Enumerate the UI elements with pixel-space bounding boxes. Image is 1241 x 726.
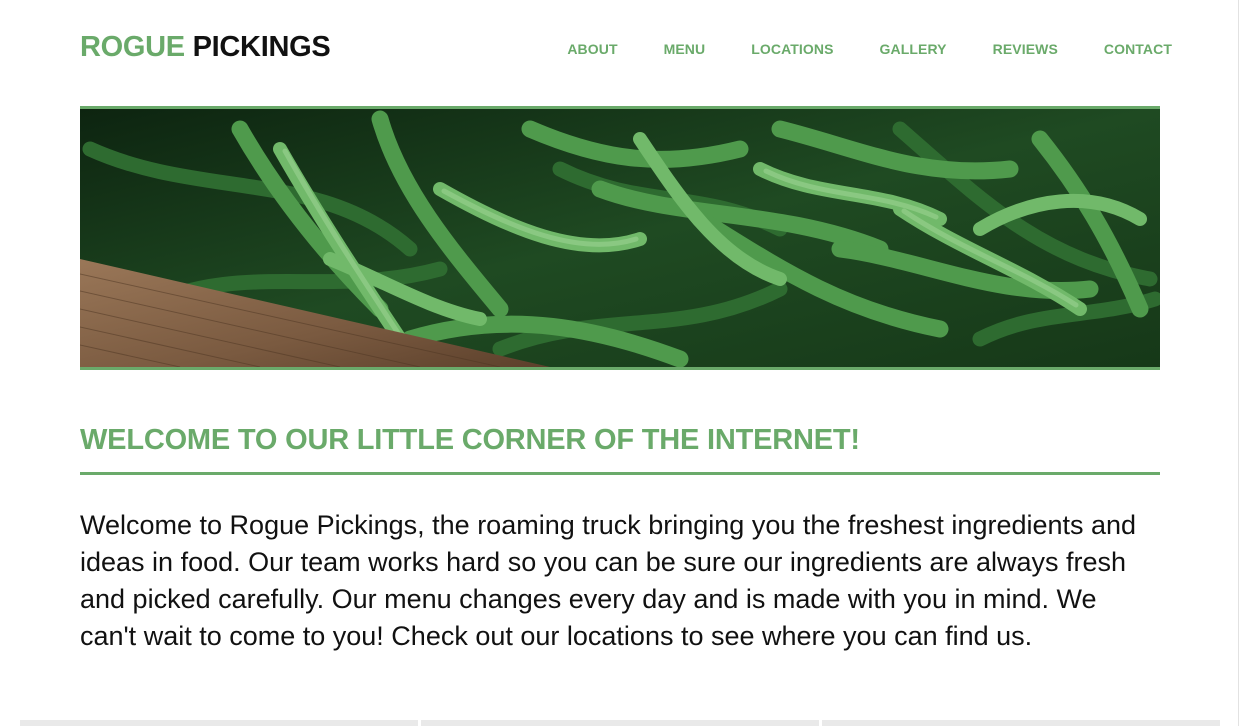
page: ROGUE PICKINGS ABOUT MENU LOCATIONS GALL… xyxy=(0,0,1241,726)
lower-panel-2 xyxy=(421,720,819,726)
lower-section-edge xyxy=(20,720,1220,726)
site-logo[interactable]: ROGUE PICKINGS xyxy=(80,30,331,64)
lower-panel-1 xyxy=(20,720,418,726)
nav-link-menu[interactable]: MENU xyxy=(664,41,706,57)
green-beans-image xyxy=(80,109,1160,367)
nav-link-gallery[interactable]: GALLERY xyxy=(880,41,947,57)
lower-panel-3 xyxy=(822,720,1220,726)
nav-item-about: ABOUT xyxy=(567,41,617,59)
nav-item-reviews: REVIEWS xyxy=(993,41,1058,59)
nav-item-locations: LOCATIONS xyxy=(751,41,833,59)
logo-word-rogue: ROGUE xyxy=(80,31,185,63)
heading-divider xyxy=(80,472,1160,475)
nav-link-about[interactable]: ABOUT xyxy=(567,41,617,57)
nav-link-contact[interactable]: CONTACT xyxy=(1104,41,1172,57)
intro-paragraph: Welcome to Rogue Pickings, the roaming t… xyxy=(80,510,1137,651)
site-header: ROGUE PICKINGS ABOUT MENU LOCATIONS GALL… xyxy=(80,28,1172,68)
main-nav: ABOUT MENU LOCATIONS GALLERY REVIEWS CON… xyxy=(567,41,1172,59)
scroll-edge xyxy=(1238,0,1239,726)
nav-link-reviews[interactable]: REVIEWS xyxy=(993,41,1058,57)
nav-link-locations[interactable]: LOCATIONS xyxy=(751,41,833,57)
nav-item-gallery: GALLERY xyxy=(880,41,947,59)
nav-item-contact: CONTACT xyxy=(1104,41,1172,59)
nav-item-menu: MENU xyxy=(664,41,706,59)
logo-word-pickings: PICKINGS xyxy=(192,31,331,63)
hero-banner xyxy=(80,106,1160,370)
welcome-heading: WELCOME TO OUR LITTLE CORNER OF THE INTE… xyxy=(80,424,860,456)
